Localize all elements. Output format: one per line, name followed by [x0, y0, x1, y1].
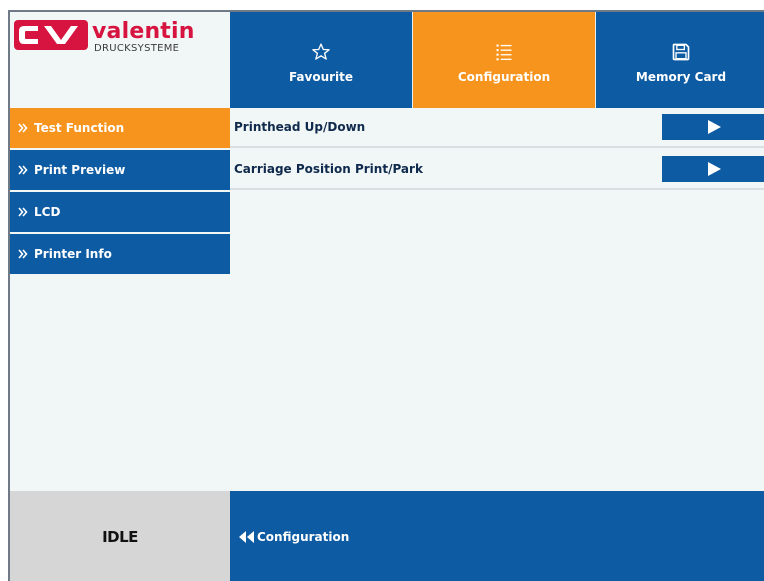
top-navigation: Favourite Configuration Memory Card [230, 12, 764, 108]
tab-configuration-label: Configuration [457, 70, 551, 84]
sidebar-item-label: Printer Info [34, 247, 112, 261]
sidebar-item-label: Print Preview [34, 163, 126, 177]
brand-subtitle: DRUCKSYSTEME [94, 43, 180, 54]
tab-configuration[interactable]: Configuration [413, 12, 596, 108]
tab-memory-card[interactable]: Memory Card [596, 12, 764, 108]
content-panel: Printhead Up/Down Carriage Position Prin… [230, 108, 764, 192]
back-label: Configuration [257, 530, 350, 544]
brand-name: valentin [92, 19, 195, 44]
sidebar-item-lcd[interactable]: LCD [10, 192, 230, 232]
sidebar-item-printer-info[interactable]: Printer Info [10, 234, 230, 274]
breadcrumb-bar: Configuration [230, 491, 764, 581]
list-icon [494, 36, 514, 62]
printer-panel: valentin DRUCKSYSTEME Favourite Configur… [8, 10, 764, 581]
brand-logo: valentin DRUCKSYSTEME [10, 12, 230, 108]
run-printhead-button[interactable] [662, 114, 764, 140]
star-icon [311, 36, 331, 62]
double-left-arrow-icon [239, 531, 254, 543]
play-icon [708, 162, 721, 176]
tab-memory-card-label: Memory Card [635, 70, 727, 84]
status-indicator: IDLE [10, 491, 230, 581]
double-chevron-right-icon [18, 123, 28, 133]
sidebar-item-label: LCD [34, 205, 61, 219]
double-chevron-right-icon [18, 165, 28, 175]
tab-favourite[interactable]: Favourite [230, 12, 413, 108]
tab-favourite-label: Favourite [288, 70, 354, 84]
play-icon [708, 120, 721, 134]
cv-logo-mark [14, 20, 88, 50]
row-label-carriage: Carriage Position Print/Park [234, 162, 423, 176]
run-carriage-button[interactable] [662, 156, 764, 182]
sidebar: Test Function Print Preview LCD Printer … [10, 108, 230, 276]
sidebar-item-print-preview[interactable]: Print Preview [10, 150, 230, 190]
sidebar-item-test-function[interactable]: Test Function [10, 108, 230, 148]
double-chevron-right-icon [18, 207, 28, 217]
list-item: Carriage Position Print/Park [230, 150, 764, 190]
floppy-disk-icon [671, 36, 691, 62]
sidebar-item-label: Test Function [34, 121, 125, 135]
row-label-printhead: Printhead Up/Down [234, 120, 366, 134]
back-button[interactable]: Configuration [230, 530, 349, 544]
list-item: Printhead Up/Down [230, 108, 764, 148]
double-chevron-right-icon [18, 249, 28, 259]
